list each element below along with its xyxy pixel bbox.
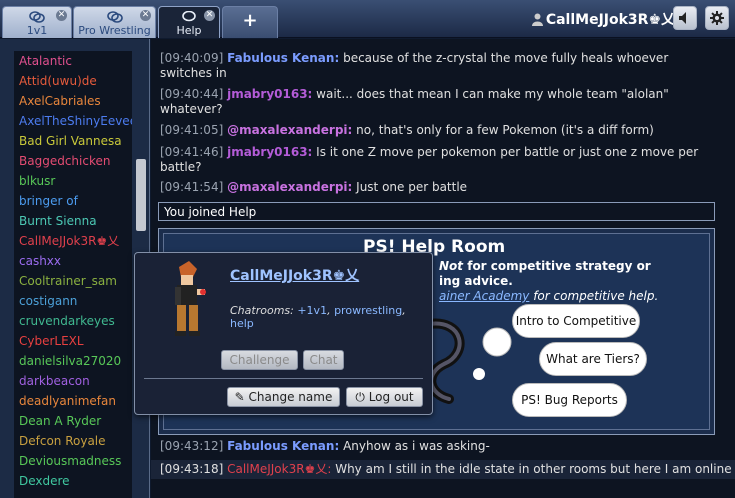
user-list-item[interactable]: AxelTheShinyEevee <box>14 111 132 131</box>
username-label: CallMeJJok3R♚乂 <box>545 12 675 28</box>
joined-notice: You joined Help <box>158 202 715 221</box>
timestamp: [09:41:05] <box>160 123 224 137</box>
user-list-item[interactable]: Defcon Royale <box>14 431 132 451</box>
user-list-item[interactable]: Bad Girl Vannesa <box>14 131 132 151</box>
message-username[interactable]: Fabulous Kenan: <box>227 51 339 65</box>
timestamp: [09:43:18] <box>160 462 224 476</box>
timestamp: [09:41:54] <box>160 180 224 194</box>
user-icon <box>531 13 543 26</box>
chat-message: [09:43:12] Fabulous Kenan: Anyhow as i w… <box>160 439 720 454</box>
user-list-panel: Atalantic Attid(uwu)de AxelCabriales AxelTh… <box>0 39 150 498</box>
trainer-avatar <box>175 261 206 336</box>
user-list-item[interactable]: danielsilva27020 <box>14 351 132 371</box>
gear-icon <box>710 11 724 25</box>
tab-label: Help <box>176 24 202 37</box>
user-list-item[interactable]: Dean A Ryder <box>14 411 132 431</box>
room-link-prowrestling[interactable]: prowrestling <box>334 304 402 317</box>
chat-message: [09:40:09] Fabulous Kenan: because of th… <box>160 51 720 81</box>
close-icon[interactable]: ✕ <box>204 10 215 21</box>
message-username[interactable]: jmabry0163: <box>227 145 312 159</box>
user-list-item[interactable]: blkusr <box>14 171 132 191</box>
user-list-item[interactable]: Baggedchicken <box>14 151 132 171</box>
bug-reports-bubble[interactable]: PS! Bug Reports <box>512 383 627 417</box>
close-icon[interactable]: ✕ <box>56 10 67 21</box>
chat-bubbles-icon <box>106 11 123 23</box>
what-are-tiers-bubble[interactable]: What are Tiers? <box>539 342 647 376</box>
challenge-button[interactable]: Challenge <box>221 350 298 370</box>
scrollbar-thumb[interactable] <box>136 159 146 231</box>
message-username[interactable]: @maxalexanderpi: <box>227 123 352 137</box>
top-tab-bar: 1v1 ✕ Pro Wrestling ✕ Help ✕ + CallMeJJo… <box>0 0 735 38</box>
timestamp: [09:40:44] <box>160 87 224 101</box>
popup-chatrooms: Chatrooms: +1v1, prowrestling, help <box>230 304 406 330</box>
user-list-item[interactable]: Atalantic <box>14 51 132 71</box>
message-text: Anyhow as i was asking- <box>343 439 490 453</box>
tab-label: 1v1 <box>26 24 48 37</box>
trainer-academy-link[interactable]: ainer Academy <box>439 289 529 303</box>
timestamp: [09:43:12] <box>160 439 224 453</box>
add-tab-button[interactable]: + <box>222 6 278 38</box>
user-list-item[interactable]: bringer of <box>14 191 132 211</box>
sound-button[interactable] <box>673 6 697 30</box>
timestamp: [09:41:46] <box>160 145 224 159</box>
timestamp: [09:40:09] <box>160 51 224 65</box>
chat-bubbles-icon <box>29 11 45 23</box>
user-list-item[interactable]: CyberLEXL <box>14 331 132 351</box>
power-icon: ⏻ <box>355 390 365 404</box>
user-list-item[interactable]: CallMeJJok3R♚乂 <box>14 231 132 251</box>
chat-message: [09:41:46] jmabry0163: Is it one Z move … <box>160 145 720 175</box>
user-list-item[interactable]: Cooltrainer_sam <box>14 271 132 291</box>
user-list-item[interactable]: costigann <box>14 291 132 311</box>
help-text: for competitive help. <box>533 289 659 303</box>
pencil-icon: ✎ <box>234 390 245 404</box>
help-text-line: ainer Academy for competitive help. <box>439 289 658 303</box>
popup-username[interactable]: CallMeJJok3R♚乂 <box>230 265 359 285</box>
chatrooms-label: Chatrooms: <box>230 304 294 317</box>
tab-pro-wrestling[interactable]: Pro Wrestling ✕ <box>73 6 156 38</box>
chat-message-highlighted: [09:43:18] CallMeJJok3R♚乂: Why am I stil… <box>151 460 735 479</box>
message-username[interactable]: jmabry0163: <box>227 87 312 101</box>
chat-message: [09:41:54] @maxalexanderpi: Just one per… <box>160 180 720 195</box>
help-text-line: ing advice. <box>439 274 513 288</box>
user-list-item[interactable]: deadlyanimefan <box>14 391 132 411</box>
intro-to-competitive-bubble[interactable]: Intro to Competitive <box>512 304 640 338</box>
current-user[interactable]: CallMeJJok3R♚乂 <box>531 9 675 29</box>
tab-help[interactable]: Help ✕ <box>158 6 220 38</box>
change-name-label: Change name <box>248 390 333 404</box>
user-list-item[interactable]: Attid(uwu)de <box>14 71 132 91</box>
room-link-1v1[interactable]: +1v1 <box>297 304 327 317</box>
user-list-item[interactable]: AxelCabriales <box>14 91 132 111</box>
message-username[interactable]: @maxalexanderpi: <box>227 180 352 194</box>
chat-button[interactable]: Chat <box>303 350 344 370</box>
close-icon[interactable]: ✕ <box>140 10 151 21</box>
user-list-item[interactable]: Burnt Sienna <box>14 211 132 231</box>
user-list-item[interactable]: Dexdere <box>14 471 132 491</box>
user-list: Atalantic Attid(uwu)de AxelCabriales AxelTh… <box>14 51 132 498</box>
chat-message: [09:40:44] jmabry0163: wait... does that… <box>160 87 720 117</box>
help-text-line: Not for competitive strategy or <box>439 259 651 273</box>
speaker-icon <box>679 12 686 24</box>
chat-bubble-icon <box>182 11 196 22</box>
change-name-button[interactable]: ✎ Change name <box>227 387 340 407</box>
popup-divider <box>144 378 423 379</box>
help-text: for competitive strategy or <box>467 259 651 273</box>
logout-label: Log out <box>368 390 414 404</box>
user-list-item[interactable]: darkbeacon <box>14 371 132 391</box>
user-list-item[interactable]: Deviousmadness <box>14 451 132 471</box>
message-text: Why am I still in the idle state in othe… <box>335 462 732 476</box>
message-text: no, that's only for a few Pokemon (it's … <box>356 123 654 137</box>
logout-button[interactable]: ⏻ Log out <box>346 387 423 407</box>
tab-label: Pro Wrestling <box>78 24 151 37</box>
tab-1v1[interactable]: 1v1 ✕ <box>2 6 72 38</box>
message-text: Just one per battle <box>356 180 468 194</box>
user-list-item[interactable]: cashxx <box>14 251 132 271</box>
message-username[interactable]: Fabulous Kenan: <box>227 439 339 453</box>
user-list-item[interactable]: cruvendarkeyes <box>14 311 132 331</box>
settings-button[interactable] <box>705 6 729 30</box>
room-link-help[interactable]: help <box>230 317 254 330</box>
help-text-emphasis: Not <box>439 259 464 273</box>
user-popup: CallMeJJok3R♚乂 Chatrooms: +1v1, prowrest… <box>134 252 433 415</box>
chat-message: [09:41:05] @maxalexanderpi: no, that's o… <box>160 123 720 138</box>
message-username[interactable]: CallMeJJok3R♚乂: <box>227 462 331 476</box>
